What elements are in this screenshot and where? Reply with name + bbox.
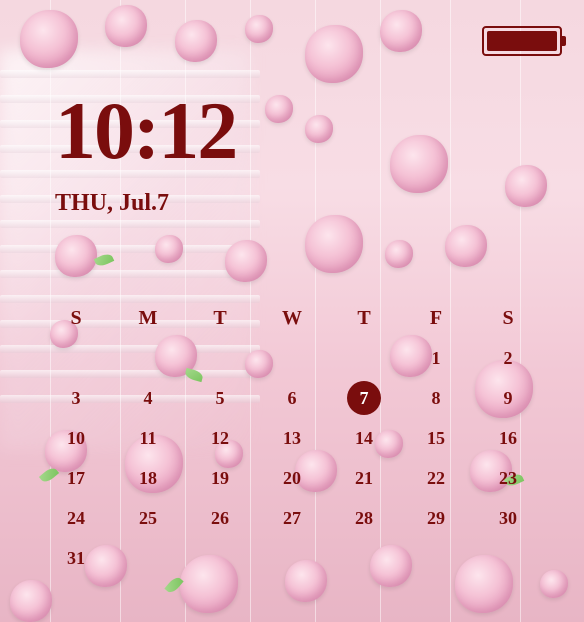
calendar-body: 1234567891011121314151617181920212223242… — [40, 338, 544, 578]
battery-fill — [487, 31, 557, 51]
calendar-day[interactable]: 17 — [40, 458, 112, 498]
calendar-header-tue: T — [184, 298, 256, 338]
calendar-day[interactable] — [256, 338, 328, 378]
calendar-day[interactable]: 1 — [400, 338, 472, 378]
calendar-day[interactable]: 5 — [184, 378, 256, 418]
calendar-week-row: 3456789 — [40, 378, 544, 418]
battery-icon — [482, 26, 562, 56]
calendar-day[interactable] — [328, 538, 400, 578]
calendar-header-mon: M — [112, 298, 184, 338]
calendar-day[interactable]: 26 — [184, 498, 256, 538]
clock-date: THU, Jul.7 — [55, 190, 169, 217]
calendar-header-wed: W — [256, 298, 328, 338]
calendar-day[interactable] — [184, 338, 256, 378]
calendar-week-row: 12 — [40, 338, 544, 378]
calendar-day[interactable]: 2 — [472, 338, 544, 378]
calendar-week-row: 31 — [40, 538, 544, 578]
calendar-day[interactable]: 31 — [40, 538, 112, 578]
calendar-widget: S M T W T F S 12345678910111213141516171… — [40, 298, 544, 578]
clock-time: 10:12 — [55, 90, 236, 172]
calendar-day[interactable]: 3 — [40, 378, 112, 418]
calendar-day[interactable] — [184, 538, 256, 578]
calendar-week-row: 17181920212223 — [40, 458, 544, 498]
calendar-week-row: 24252627282930 — [40, 498, 544, 538]
calendar-day[interactable] — [328, 338, 400, 378]
calendar-day[interactable] — [256, 538, 328, 578]
calendar-week-row: 10111213141516 — [40, 418, 544, 458]
calendar-day[interactable]: 6 — [256, 378, 328, 418]
calendar-day[interactable]: 13 — [256, 418, 328, 458]
calendar-header-sun: S — [40, 298, 112, 338]
calendar-day[interactable]: 16 — [472, 418, 544, 458]
calendar-day[interactable]: 30 — [472, 498, 544, 538]
calendar-day[interactable]: 25 — [112, 498, 184, 538]
calendar-header-sat: S — [472, 298, 544, 338]
calendar-day[interactable]: 27 — [256, 498, 328, 538]
calendar-day[interactable]: 19 — [184, 458, 256, 498]
calendar-header-thu: T — [328, 298, 400, 338]
calendar-day[interactable] — [112, 338, 184, 378]
calendar-day[interactable]: 10 — [40, 418, 112, 458]
calendar-day[interactable]: 14 — [328, 418, 400, 458]
calendar-header-fri: F — [400, 298, 472, 338]
calendar-day[interactable]: 21 — [328, 458, 400, 498]
calendar-day[interactable]: 24 — [40, 498, 112, 538]
calendar-day[interactable]: 9 — [472, 378, 544, 418]
calendar-day[interactable]: 29 — [400, 498, 472, 538]
calendar-day[interactable]: 28 — [328, 498, 400, 538]
calendar-day[interactable]: 15 — [400, 418, 472, 458]
calendar-header-row: S M T W T F S — [40, 298, 544, 338]
calendar-day[interactable]: 7 — [328, 378, 400, 418]
calendar-day[interactable] — [40, 338, 112, 378]
calendar-day[interactable]: 23 — [472, 458, 544, 498]
calendar-day[interactable]: 12 — [184, 418, 256, 458]
calendar-day[interactable] — [472, 538, 544, 578]
calendar-day[interactable]: 18 — [112, 458, 184, 498]
calendar-day[interactable]: 4 — [112, 378, 184, 418]
calendar-day[interactable]: 11 — [112, 418, 184, 458]
calendar-day[interactable]: 20 — [256, 458, 328, 498]
calendar-day[interactable]: 8 — [400, 378, 472, 418]
calendar-day[interactable] — [400, 538, 472, 578]
calendar-day[interactable] — [112, 538, 184, 578]
calendar-day[interactable]: 22 — [400, 458, 472, 498]
